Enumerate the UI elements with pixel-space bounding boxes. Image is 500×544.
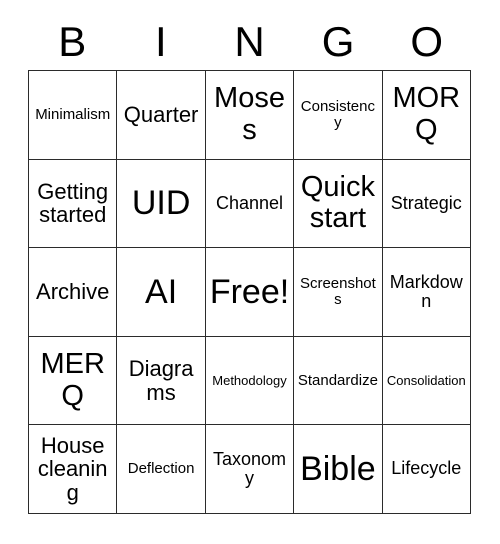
bingo-cell[interactable]: Archive: [29, 248, 118, 337]
bingo-cell[interactable]: Quick start: [294, 159, 383, 249]
bingo-cell-label: AI: [145, 272, 178, 311]
bingo-cell-label: Standardize: [297, 371, 378, 389]
bingo-cell[interactable]: Getting started: [29, 159, 118, 249]
bingo-cell-label: Quick start: [300, 171, 375, 235]
bingo-cell[interactable]: Consistency: [294, 71, 383, 160]
bingo-cell-label: MERQ: [40, 348, 105, 412]
bingo-cell[interactable]: Diagrams: [117, 336, 206, 426]
bingo-cell-label: Archive: [36, 279, 110, 305]
bingo-cell-free[interactable]: Free!: [205, 248, 295, 337]
bingo-cell-label: Free!: [209, 272, 290, 311]
bingo-cell[interactable]: House cleaning: [29, 425, 118, 514]
bingo-cell[interactable]: UID: [117, 159, 206, 249]
bingo-cell-label: Minimalism: [35, 105, 111, 123]
bingo-cell-label: Markdown: [389, 271, 463, 311]
bingo-cell[interactable]: Deflection: [117, 425, 206, 514]
bingo-cell-label: Consistency: [300, 97, 375, 131]
bingo-cell-label: Getting started: [37, 178, 109, 228]
bingo-cell-label: Lifecycle: [391, 458, 462, 479]
bingo-cell[interactable]: Lifecycle: [382, 425, 471, 514]
bingo-cell[interactable]: Taxonomy: [205, 425, 295, 514]
bingo-cell[interactable]: Moses: [205, 71, 295, 160]
bingo-cell[interactable]: Markdown: [382, 248, 471, 337]
bingo-grid: Minimalism Quarter Moses Consistency MOR…: [28, 70, 471, 514]
bingo-card: B I N G O Minimalism Quarter Moses Consi…: [0, 0, 500, 544]
bingo-header: B I N G O: [28, 14, 471, 70]
bingo-cell-label: Moses: [214, 82, 285, 146]
bingo-cell[interactable]: Standardize: [294, 336, 383, 426]
bingo-cell[interactable]: Quarter: [117, 71, 206, 160]
bingo-cell-label: Consolidation: [386, 372, 466, 388]
bingo-cell-label: Channel: [215, 192, 284, 213]
bingo-cell-label: Screenshots: [299, 274, 376, 308]
bingo-cell[interactable]: Strategic: [382, 159, 471, 249]
header-letter-g: G: [321, 18, 355, 65]
bingo-cell[interactable]: MERQ: [29, 336, 118, 426]
bingo-cell[interactable]: Screenshots: [294, 248, 383, 337]
bingo-cell-label: Strategic: [390, 192, 462, 213]
bingo-cell[interactable]: Channel: [205, 159, 295, 249]
bingo-cell-label: Methodology: [212, 372, 287, 388]
bingo-cell-label: UID: [131, 184, 191, 223]
bingo-cell-label: Quarter: [123, 101, 199, 127]
bingo-cell[interactable]: AI: [117, 248, 206, 337]
header-letter-i: I: [155, 18, 167, 65]
bingo-cell[interactable]: Bible: [294, 425, 383, 514]
bingo-cell-label: MORQ: [392, 82, 461, 146]
bingo-cell-label: House cleaning: [37, 432, 108, 506]
bingo-cell-label: Deflection: [127, 460, 195, 478]
bingo-cell[interactable]: Consolidation: [382, 336, 471, 426]
bingo-cell[interactable]: MORQ: [382, 71, 471, 160]
header-letter-n: N: [234, 18, 265, 65]
bingo-cell-label: Taxonomy: [212, 448, 287, 489]
bingo-cell-label: Bible: [300, 449, 376, 488]
header-letter-o: O: [410, 18, 443, 65]
bingo-cell-label: Diagrams: [128, 355, 194, 405]
bingo-cell[interactable]: Minimalism: [29, 71, 118, 160]
header-letter-b: B: [58, 18, 87, 65]
bingo-cell[interactable]: Methodology: [205, 336, 295, 426]
